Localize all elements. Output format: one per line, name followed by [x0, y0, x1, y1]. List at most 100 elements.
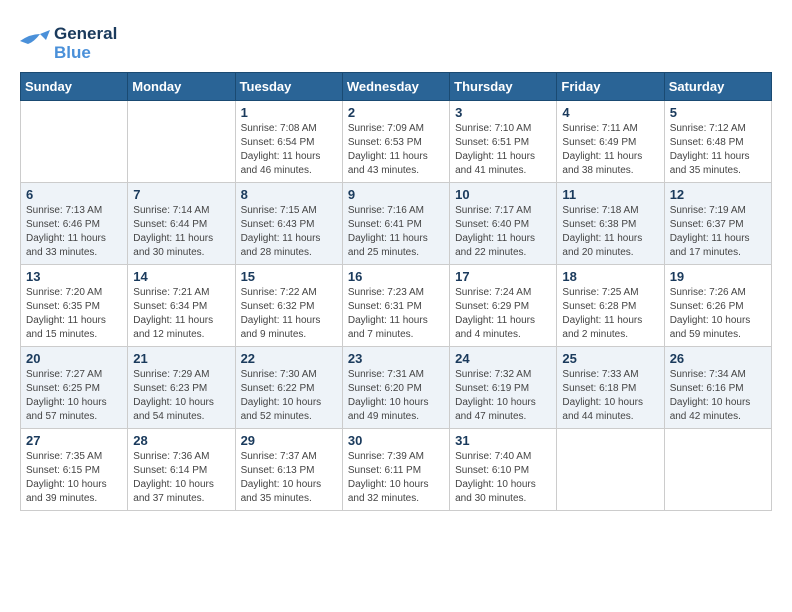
calendar-cell: 21 Sunrise: 7:29 AMSunset: 6:23 PMDayligh… — [128, 347, 235, 429]
day-info: Sunrise: 7:35 AMSunset: 6:15 PMDaylight:… — [26, 450, 122, 506]
day-number: 15 — [241, 269, 337, 284]
day-info: Sunrise: 7:08 AMSunset: 6:54 PMDaylight:… — [241, 122, 337, 178]
day-number: 23 — [348, 351, 444, 366]
header-monday: Monday — [128, 73, 235, 101]
day-info: Sunrise: 7:21 AMSunset: 6:34 PMDaylight:… — [133, 286, 229, 342]
calendar-cell: 19 Sunrise: 7:26 AMSunset: 6:26 PMDayligh… — [664, 265, 771, 347]
calendar-header-row: SundayMondayTuesdayWednesdayThursdayFrid… — [21, 73, 772, 101]
calendar-week-row: 20 Sunrise: 7:27 AMSunset: 6:25 PMDayligh… — [21, 347, 772, 429]
calendar-cell: 23 Sunrise: 7:31 AMSunset: 6:20 PMDayligh… — [342, 347, 449, 429]
day-info: Sunrise: 7:36 AMSunset: 6:14 PMDaylight:… — [133, 450, 229, 506]
calendar-cell: 12 Sunrise: 7:19 AMSunset: 6:37 PMDayligh… — [664, 183, 771, 265]
day-number: 19 — [670, 269, 766, 284]
day-number: 9 — [348, 187, 444, 202]
day-number: 31 — [455, 433, 551, 448]
page-header: General Blue — [20, 20, 772, 62]
day-info: Sunrise: 7:13 AMSunset: 6:46 PMDaylight:… — [26, 204, 122, 260]
day-info: Sunrise: 7:10 AMSunset: 6:51 PMDaylight:… — [455, 122, 551, 178]
day-info: Sunrise: 7:29 AMSunset: 6:23 PMDaylight:… — [133, 368, 229, 424]
day-info: Sunrise: 7:32 AMSunset: 6:19 PMDaylight:… — [455, 368, 551, 424]
day-info: Sunrise: 7:20 AMSunset: 6:35 PMDaylight:… — [26, 286, 122, 342]
day-number: 22 — [241, 351, 337, 366]
calendar-cell: 15 Sunrise: 7:22 AMSunset: 6:32 PMDayligh… — [235, 265, 342, 347]
calendar-cell: 29 Sunrise: 7:37 AMSunset: 6:13 PMDayligh… — [235, 429, 342, 511]
header-tuesday: Tuesday — [235, 73, 342, 101]
day-number: 30 — [348, 433, 444, 448]
calendar-cell: 16 Sunrise: 7:23 AMSunset: 6:31 PMDayligh… — [342, 265, 449, 347]
day-info: Sunrise: 7:33 AMSunset: 6:18 PMDaylight:… — [562, 368, 658, 424]
calendar-cell: 30 Sunrise: 7:39 AMSunset: 6:11 PMDayligh… — [342, 429, 449, 511]
calendar-cell: 2Sunrise: 7:09 AMSunset: 6:53 PMDaylight… — [342, 101, 449, 183]
calendar-week-row: 6 Sunrise: 7:13 AMSunset: 6:46 PMDaylight… — [21, 183, 772, 265]
day-info: Sunrise: 7:39 AMSunset: 6:11 PMDaylight:… — [348, 450, 444, 506]
calendar-cell — [557, 429, 664, 511]
calendar-cell: 25 Sunrise: 7:33 AMSunset: 6:18 PMDayligh… — [557, 347, 664, 429]
day-number: 14 — [133, 269, 229, 284]
day-number: 1 — [241, 105, 337, 120]
calendar-week-row: 13 Sunrise: 7:20 AMSunset: 6:35 PMDayligh… — [21, 265, 772, 347]
calendar-cell: 31 Sunrise: 7:40 AMSunset: 6:10 PMDayligh… — [450, 429, 557, 511]
day-info: Sunrise: 7:17 AMSunset: 6:40 PMDaylight:… — [455, 204, 551, 260]
day-info: Sunrise: 7:37 AMSunset: 6:13 PMDaylight:… — [241, 450, 337, 506]
day-number: 25 — [562, 351, 658, 366]
header-friday: Friday — [557, 73, 664, 101]
day-number: 5 — [670, 105, 766, 120]
calendar-cell: 11 Sunrise: 7:18 AMSunset: 6:38 PMDayligh… — [557, 183, 664, 265]
day-info: Sunrise: 7:11 AMSunset: 6:49 PMDaylight:… — [562, 122, 658, 178]
calendar-cell: 6 Sunrise: 7:13 AMSunset: 6:46 PMDaylight… — [21, 183, 128, 265]
day-number: 28 — [133, 433, 229, 448]
day-info: Sunrise: 7:30 AMSunset: 6:22 PMDaylight:… — [241, 368, 337, 424]
day-number: 2 — [348, 105, 444, 120]
day-info: Sunrise: 7:14 AMSunset: 6:44 PMDaylight:… — [133, 204, 229, 260]
day-info: Sunrise: 7:27 AMSunset: 6:25 PMDaylight:… — [26, 368, 122, 424]
calendar-cell: 17 Sunrise: 7:24 AMSunset: 6:29 PMDayligh… — [450, 265, 557, 347]
header-thursday: Thursday — [450, 73, 557, 101]
day-info: Sunrise: 7:23 AMSunset: 6:31 PMDaylight:… — [348, 286, 444, 342]
calendar-cell: 8 Sunrise: 7:15 AMSunset: 6:43 PMDaylight… — [235, 183, 342, 265]
day-info: Sunrise: 7:16 AMSunset: 6:41 PMDaylight:… — [348, 204, 444, 260]
day-number: 11 — [562, 187, 658, 202]
calendar-cell: 28 Sunrise: 7:36 AMSunset: 6:14 PMDayligh… — [128, 429, 235, 511]
day-number: 13 — [26, 269, 122, 284]
day-number: 8 — [241, 187, 337, 202]
day-number: 6 — [26, 187, 122, 202]
day-number: 29 — [241, 433, 337, 448]
day-info: Sunrise: 7:26 AMSunset: 6:26 PMDaylight:… — [670, 286, 766, 342]
header-saturday: Saturday — [664, 73, 771, 101]
calendar-table: SundayMondayTuesdayWednesdayThursdayFrid… — [20, 72, 772, 511]
day-info: Sunrise: 7:40 AMSunset: 6:10 PMDaylight:… — [455, 450, 551, 506]
calendar-week-row: 27Sunrise: 7:35 AMSunset: 6:15 PMDayligh… — [21, 429, 772, 511]
header-wednesday: Wednesday — [342, 73, 449, 101]
calendar-cell — [128, 101, 235, 183]
day-info: Sunrise: 7:24 AMSunset: 6:29 PMDaylight:… — [455, 286, 551, 342]
day-number: 26 — [670, 351, 766, 366]
calendar-cell — [664, 429, 771, 511]
day-number: 21 — [133, 351, 229, 366]
calendar-cell: 24Sunrise: 7:32 AMSunset: 6:19 PMDayligh… — [450, 347, 557, 429]
day-info: Sunrise: 7:34 AMSunset: 6:16 PMDaylight:… — [670, 368, 766, 424]
day-number: 17 — [455, 269, 551, 284]
day-info: Sunrise: 7:31 AMSunset: 6:20 PMDaylight:… — [348, 368, 444, 424]
day-number: 4 — [562, 105, 658, 120]
day-info: Sunrise: 7:25 AMSunset: 6:28 PMDaylight:… — [562, 286, 658, 342]
day-info: Sunrise: 7:15 AMSunset: 6:43 PMDaylight:… — [241, 204, 337, 260]
calendar-cell: 1 Sunrise: 7:08 AMSunset: 6:54 PMDaylight… — [235, 101, 342, 183]
day-number: 16 — [348, 269, 444, 284]
calendar-cell: 4 Sunrise: 7:11 AMSunset: 6:49 PMDaylight… — [557, 101, 664, 183]
day-info: Sunrise: 7:19 AMSunset: 6:37 PMDaylight:… — [670, 204, 766, 260]
logo-container: General Blue — [20, 25, 117, 62]
calendar-cell: 5Sunrise: 7:12 AMSunset: 6:48 PMDaylight… — [664, 101, 771, 183]
calendar-cell: 10Sunrise: 7:17 AMSunset: 6:40 PMDayligh… — [450, 183, 557, 265]
logo-general-text: General — [54, 25, 117, 44]
day-info: Sunrise: 7:18 AMSunset: 6:38 PMDaylight:… — [562, 204, 658, 260]
day-number: 3 — [455, 105, 551, 120]
day-number: 20 — [26, 351, 122, 366]
logo-text-block: General Blue — [54, 25, 117, 62]
logo-bird-icon — [20, 26, 50, 61]
day-info: Sunrise: 7:22 AMSunset: 6:32 PMDaylight:… — [241, 286, 337, 342]
header-sunday: Sunday — [21, 73, 128, 101]
calendar-cell: 22 Sunrise: 7:30 AMSunset: 6:22 PMDayligh… — [235, 347, 342, 429]
calendar-cell: 18Sunrise: 7:25 AMSunset: 6:28 PMDayligh… — [557, 265, 664, 347]
day-number: 12 — [670, 187, 766, 202]
calendar-cell: 26 Sunrise: 7:34 AMSunset: 6:16 PMDayligh… — [664, 347, 771, 429]
